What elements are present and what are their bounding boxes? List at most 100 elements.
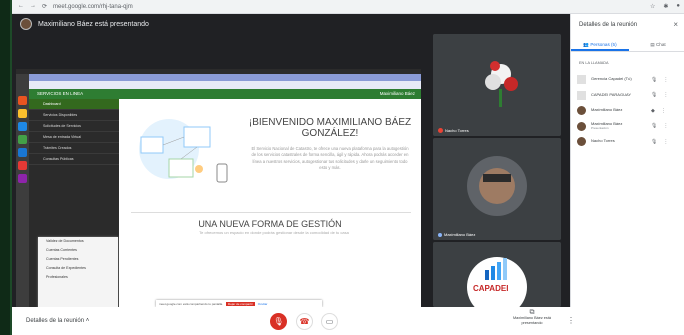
pin-icon[interactable]: ⋮: [663, 77, 668, 83]
participant-tile[interactable]: CAPADEI: [433, 242, 561, 307]
list-item[interactable]: Maximiliano Báez Presentación 🎙 ⋮: [571, 119, 684, 135]
tab-chat-label: Chat: [655, 42, 666, 47]
workflow-illustration: [139, 119, 228, 183]
app-content: ¡BIENVENIDO MAXIMILIANO BÁEZ GONZÁLEZ! E…: [119, 99, 421, 307]
camera-video: [433, 138, 561, 240]
os-launcher: [16, 74, 29, 307]
app-icon: [18, 148, 27, 157]
submenu-item: Consulta de Expedientes: [46, 266, 86, 270]
mic-off-icon: 🎙: [273, 317, 284, 326]
participant-tile[interactable]: Nacho Torres: [433, 34, 561, 136]
list-item[interactable]: Maximiliano Báez ◆ ⋮: [571, 103, 684, 119]
menu-item: Trámites Creados: [29, 143, 119, 154]
panel-tabs: 👥 Personas (5) ▤ Chat: [571, 38, 684, 52]
meeting-details-toggle[interactable]: Detalles de la reunión ˄: [26, 318, 89, 324]
person-name: CAPADEI PARAGUAY: [591, 91, 632, 97]
extensions-icon[interactable]: ✱: [663, 3, 668, 10]
app-icon: [18, 161, 27, 170]
hang-up-button[interactable]: ☎: [296, 313, 313, 330]
people-list: Gerencia Capadei (Tú) 🎙 ⋮ CAPADEI PARAGUA…: [571, 72, 684, 150]
tab-chat[interactable]: ▤ Chat: [629, 38, 684, 51]
meeting-details-label: Detalles de la reunión: [26, 318, 85, 324]
hide-banner-button[interactable]: Ocultar: [258, 302, 268, 306]
submenu: Validez de Documentos Cuentas Corrientes…: [38, 237, 118, 307]
mic-off-icon[interactable]: 🎙: [651, 92, 657, 98]
capadei-logo-text: CAPADEI: [473, 284, 509, 293]
avatar: [577, 90, 586, 100]
mic-off-icon[interactable]: 🎙: [651, 77, 657, 83]
app-user-label: Maximiliano Báez: [379, 91, 415, 96]
panel-title: Detalles de la reunión: [579, 22, 638, 28]
person-name: Maximiliano Báez: [591, 107, 623, 113]
shared-browser-tabs: [16, 74, 421, 81]
tile-label: Maximiliano Báez: [438, 232, 475, 237]
app-header-title: SERVICIOS EN LINEA: [37, 91, 84, 96]
browser-actions: ☆ ✱ ●: [650, 3, 680, 10]
mic-indicator-icon: [438, 232, 442, 237]
menu-item: Solicitudes de Servicios: [29, 121, 119, 132]
list-item[interactable]: Nacho Torres 🎙 ⋮: [571, 134, 684, 150]
back-icon[interactable]: ←: [18, 3, 24, 10]
browser-nav: ← → ⟳: [18, 3, 47, 10]
more-options-icon[interactable]: ⋮: [567, 316, 575, 325]
tile-name: Nacho Torres: [445, 128, 469, 133]
camera-icon: ▭: [325, 317, 334, 326]
forward-icon[interactable]: →: [30, 3, 36, 10]
more-options-icon[interactable]: ⋮: [663, 92, 668, 98]
capadei-logo: [433, 242, 561, 307]
person-name: Nacho Torres: [591, 138, 615, 144]
welcome-title: ¡BIENVENIDO MAXIMILIANO BÁEZ GONZÁLEZ!: [248, 117, 412, 139]
more-options-icon[interactable]: ⋮: [661, 108, 666, 114]
app-icon: [18, 122, 27, 131]
avatar: [577, 106, 586, 116]
person-name: Gerencia Capadei (Tú): [591, 76, 632, 82]
presenter-avatar: [20, 18, 32, 30]
close-icon[interactable]: ×: [673, 20, 678, 29]
tab-people[interactable]: 👥 Personas (5): [571, 38, 629, 51]
audio-active-icon[interactable]: ◆: [651, 108, 655, 114]
app-header: SERVICIOS EN LINEA Maximiliano Báez: [29, 89, 421, 99]
list-item[interactable]: CAPADEI PARAGUAY 🎙 ⋮: [571, 88, 684, 104]
more-options-icon[interactable]: ⋮: [663, 139, 668, 145]
chevron-up-icon: ˄: [85, 318, 90, 324]
mic-toggle-button[interactable]: 🎙: [270, 313, 287, 330]
mic-off-icon[interactable]: 🎙: [651, 123, 657, 129]
app-icon: [18, 135, 27, 144]
more-options-icon[interactable]: ⋮: [663, 123, 668, 129]
tile-name: Maximiliano Báez: [444, 232, 476, 237]
control-bar: Detalles de la reunión ˄ 🎙 ☎ ▭ ⧉ Maximil…: [12, 307, 684, 335]
address-bar[interactable]: meet.google.com/rhj-tana-qjm: [53, 4, 133, 10]
presenting-button[interactable]: ⧉ Maximiliano Báez está presentando: [510, 309, 554, 325]
menu-item: Servicios Disponibles: [29, 110, 119, 121]
meeting-details-panel: Detalles de la reunión × 👥 Personas (5) …: [570, 14, 684, 307]
browser-toolbar: ← → ⟳ meet.google.com/rhj-tana-qjm ☆ ✱ ●: [12, 0, 684, 14]
app-icon: [18, 109, 27, 118]
screen-share-banner: meet.google.com está compartiendo tu pan…: [156, 300, 322, 307]
submenu-item: Cuentas Corrientes: [46, 248, 77, 252]
menu-item: Dashboard: [29, 99, 119, 110]
reload-icon[interactable]: ⟳: [42, 3, 47, 10]
mic-off-icon[interactable]: 🎙: [651, 139, 657, 145]
list-item[interactable]: Gerencia Capadei (Tú) 🎙 ⋮: [571, 72, 684, 88]
stop-sharing-button[interactable]: Dejar de compartir: [226, 301, 255, 306]
person-subtitle: Presentación: [591, 126, 609, 131]
participant-tile[interactable]: Maximiliano Báez: [433, 138, 561, 240]
avatar: [577, 121, 586, 131]
section-text: Te ofrecemos un espacio en donde podrás …: [199, 230, 349, 235]
person-name: Maximiliano Báez: [591, 120, 623, 126]
avatar: [577, 137, 586, 147]
star-icon[interactable]: ☆: [650, 3, 655, 10]
submenu-item: Validez de Documentos: [46, 239, 84, 243]
shared-screen: SERVICIOS EN LINEA Maximiliano Báez Dash…: [16, 69, 421, 307]
divider: [131, 212, 411, 213]
share-banner-text: meet.google.com está compartiendo tu pan…: [159, 301, 224, 306]
menu-item: Consultas Públicas: [29, 154, 119, 165]
tile-label: Nacho Torres: [438, 128, 469, 133]
avatar: [577, 75, 586, 85]
phone-hangup-icon: ☎: [299, 317, 310, 326]
camera-toggle-button[interactable]: ▭: [321, 313, 338, 330]
app-icon: [18, 96, 27, 105]
section-title: UNA NUEVA FORMA DE GESTIÓN: [198, 219, 342, 229]
presenting-button-label: Maximiliano Báez está presentando: [513, 315, 551, 325]
profile-icon[interactable]: ●: [676, 3, 680, 10]
